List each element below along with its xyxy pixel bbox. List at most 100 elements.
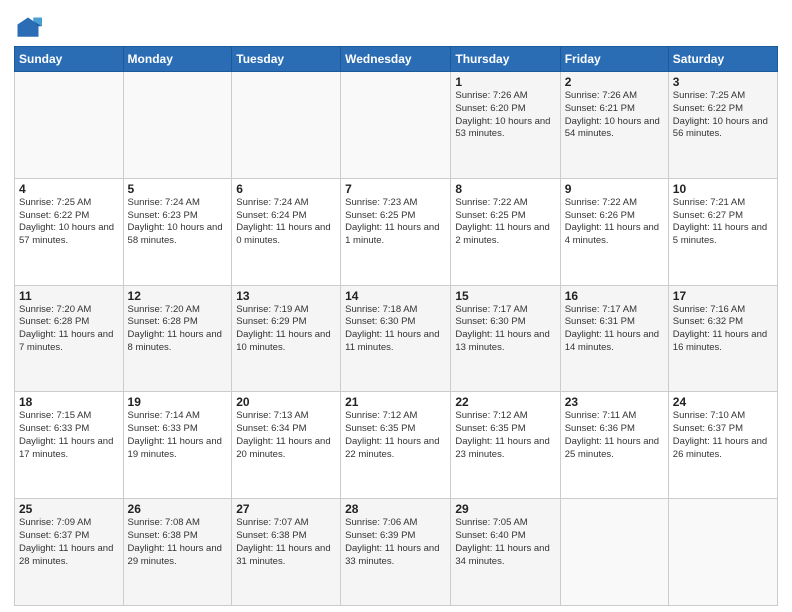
calendar-cell: 17Sunrise: 7:16 AMSunset: 6:32 PMDayligh… (668, 285, 777, 392)
calendar-cell (232, 72, 341, 179)
day-info: Sunrise: 7:07 AMSunset: 6:38 PMDaylight:… (236, 517, 336, 568)
page: SundayMondayTuesdayWednesdayThursdayFrid… (0, 0, 792, 612)
calendar-cell: 26Sunrise: 7:08 AMSunset: 6:38 PMDayligh… (123, 499, 232, 606)
day-number: 29 (455, 502, 555, 516)
calendar-cell: 25Sunrise: 7:09 AMSunset: 6:37 PMDayligh… (15, 499, 124, 606)
calendar-cell: 14Sunrise: 7:18 AMSunset: 6:30 PMDayligh… (341, 285, 451, 392)
weekday-header-monday: Monday (123, 47, 232, 72)
day-number: 24 (673, 395, 773, 409)
logo-icon (14, 14, 42, 42)
calendar-week-4: 18Sunrise: 7:15 AMSunset: 6:33 PMDayligh… (15, 392, 778, 499)
day-info: Sunrise: 7:20 AMSunset: 6:28 PMDaylight:… (128, 304, 228, 355)
calendar-cell: 9Sunrise: 7:22 AMSunset: 6:26 PMDaylight… (560, 178, 668, 285)
day-number: 4 (19, 182, 119, 196)
calendar-cell: 10Sunrise: 7:21 AMSunset: 6:27 PMDayligh… (668, 178, 777, 285)
calendar-cell: 11Sunrise: 7:20 AMSunset: 6:28 PMDayligh… (15, 285, 124, 392)
day-info: Sunrise: 7:25 AMSunset: 6:22 PMDaylight:… (19, 197, 119, 248)
logo (14, 14, 46, 42)
calendar-table: SundayMondayTuesdayWednesdayThursdayFrid… (14, 46, 778, 606)
day-info: Sunrise: 7:23 AMSunset: 6:25 PMDaylight:… (345, 197, 446, 248)
day-info: Sunrise: 7:22 AMSunset: 6:25 PMDaylight:… (455, 197, 555, 248)
calendar-cell: 27Sunrise: 7:07 AMSunset: 6:38 PMDayligh… (232, 499, 341, 606)
day-info: Sunrise: 7:19 AMSunset: 6:29 PMDaylight:… (236, 304, 336, 355)
calendar-week-5: 25Sunrise: 7:09 AMSunset: 6:37 PMDayligh… (15, 499, 778, 606)
day-number: 2 (565, 75, 664, 89)
day-number: 15 (455, 289, 555, 303)
day-info: Sunrise: 7:10 AMSunset: 6:37 PMDaylight:… (673, 410, 773, 461)
day-info: Sunrise: 7:24 AMSunset: 6:23 PMDaylight:… (128, 197, 228, 248)
day-info: Sunrise: 7:13 AMSunset: 6:34 PMDaylight:… (236, 410, 336, 461)
day-number: 5 (128, 182, 228, 196)
day-number: 13 (236, 289, 336, 303)
day-number: 6 (236, 182, 336, 196)
calendar-cell: 8Sunrise: 7:22 AMSunset: 6:25 PMDaylight… (451, 178, 560, 285)
day-number: 22 (455, 395, 555, 409)
calendar-cell: 13Sunrise: 7:19 AMSunset: 6:29 PMDayligh… (232, 285, 341, 392)
day-number: 9 (565, 182, 664, 196)
calendar-cell (123, 72, 232, 179)
weekday-header-wednesday: Wednesday (341, 47, 451, 72)
day-number: 28 (345, 502, 446, 516)
day-info: Sunrise: 7:17 AMSunset: 6:31 PMDaylight:… (565, 304, 664, 355)
day-info: Sunrise: 7:11 AMSunset: 6:36 PMDaylight:… (565, 410, 664, 461)
day-info: Sunrise: 7:20 AMSunset: 6:28 PMDaylight:… (19, 304, 119, 355)
day-info: Sunrise: 7:18 AMSunset: 6:30 PMDaylight:… (345, 304, 446, 355)
day-number: 7 (345, 182, 446, 196)
calendar-cell (15, 72, 124, 179)
calendar-cell: 29Sunrise: 7:05 AMSunset: 6:40 PMDayligh… (451, 499, 560, 606)
day-number: 23 (565, 395, 664, 409)
day-info: Sunrise: 7:16 AMSunset: 6:32 PMDaylight:… (673, 304, 773, 355)
day-info: Sunrise: 7:12 AMSunset: 6:35 PMDaylight:… (345, 410, 446, 461)
day-info: Sunrise: 7:22 AMSunset: 6:26 PMDaylight:… (565, 197, 664, 248)
day-info: Sunrise: 7:08 AMSunset: 6:38 PMDaylight:… (128, 517, 228, 568)
calendar-cell: 22Sunrise: 7:12 AMSunset: 6:35 PMDayligh… (451, 392, 560, 499)
day-number: 18 (19, 395, 119, 409)
day-number: 25 (19, 502, 119, 516)
calendar-cell: 7Sunrise: 7:23 AMSunset: 6:25 PMDaylight… (341, 178, 451, 285)
day-number: 10 (673, 182, 773, 196)
calendar-cell: 2Sunrise: 7:26 AMSunset: 6:21 PMDaylight… (560, 72, 668, 179)
calendar-cell (668, 499, 777, 606)
calendar-week-2: 4Sunrise: 7:25 AMSunset: 6:22 PMDaylight… (15, 178, 778, 285)
day-number: 12 (128, 289, 228, 303)
calendar-cell: 15Sunrise: 7:17 AMSunset: 6:30 PMDayligh… (451, 285, 560, 392)
day-number: 3 (673, 75, 773, 89)
calendar-cell: 23Sunrise: 7:11 AMSunset: 6:36 PMDayligh… (560, 392, 668, 499)
day-info: Sunrise: 7:21 AMSunset: 6:27 PMDaylight:… (673, 197, 773, 248)
weekday-header-friday: Friday (560, 47, 668, 72)
weekday-header-saturday: Saturday (668, 47, 777, 72)
day-info: Sunrise: 7:15 AMSunset: 6:33 PMDaylight:… (19, 410, 119, 461)
weekday-header-row: SundayMondayTuesdayWednesdayThursdayFrid… (15, 47, 778, 72)
calendar-cell: 4Sunrise: 7:25 AMSunset: 6:22 PMDaylight… (15, 178, 124, 285)
calendar-cell: 5Sunrise: 7:24 AMSunset: 6:23 PMDaylight… (123, 178, 232, 285)
calendar-cell: 16Sunrise: 7:17 AMSunset: 6:31 PMDayligh… (560, 285, 668, 392)
day-info: Sunrise: 7:09 AMSunset: 6:37 PMDaylight:… (19, 517, 119, 568)
day-number: 16 (565, 289, 664, 303)
day-number: 8 (455, 182, 555, 196)
day-number: 26 (128, 502, 228, 516)
calendar-cell: 19Sunrise: 7:14 AMSunset: 6:33 PMDayligh… (123, 392, 232, 499)
calendar-cell: 6Sunrise: 7:24 AMSunset: 6:24 PMDaylight… (232, 178, 341, 285)
weekday-header-thursday: Thursday (451, 47, 560, 72)
day-info: Sunrise: 7:14 AMSunset: 6:33 PMDaylight:… (128, 410, 228, 461)
weekday-header-sunday: Sunday (15, 47, 124, 72)
calendar-cell: 1Sunrise: 7:26 AMSunset: 6:20 PMDaylight… (451, 72, 560, 179)
day-number: 17 (673, 289, 773, 303)
day-info: Sunrise: 7:06 AMSunset: 6:39 PMDaylight:… (345, 517, 446, 568)
calendar-cell: 20Sunrise: 7:13 AMSunset: 6:34 PMDayligh… (232, 392, 341, 499)
day-number: 19 (128, 395, 228, 409)
day-info: Sunrise: 7:05 AMSunset: 6:40 PMDaylight:… (455, 517, 555, 568)
calendar-cell: 28Sunrise: 7:06 AMSunset: 6:39 PMDayligh… (341, 499, 451, 606)
day-number: 14 (345, 289, 446, 303)
calendar-cell: 21Sunrise: 7:12 AMSunset: 6:35 PMDayligh… (341, 392, 451, 499)
day-number: 20 (236, 395, 336, 409)
day-info: Sunrise: 7:25 AMSunset: 6:22 PMDaylight:… (673, 90, 773, 141)
day-number: 21 (345, 395, 446, 409)
header (14, 10, 778, 42)
calendar-cell: 18Sunrise: 7:15 AMSunset: 6:33 PMDayligh… (15, 392, 124, 499)
calendar-cell: 3Sunrise: 7:25 AMSunset: 6:22 PMDaylight… (668, 72, 777, 179)
day-number: 27 (236, 502, 336, 516)
calendar-week-3: 11Sunrise: 7:20 AMSunset: 6:28 PMDayligh… (15, 285, 778, 392)
weekday-header-tuesday: Tuesday (232, 47, 341, 72)
calendar-cell (560, 499, 668, 606)
